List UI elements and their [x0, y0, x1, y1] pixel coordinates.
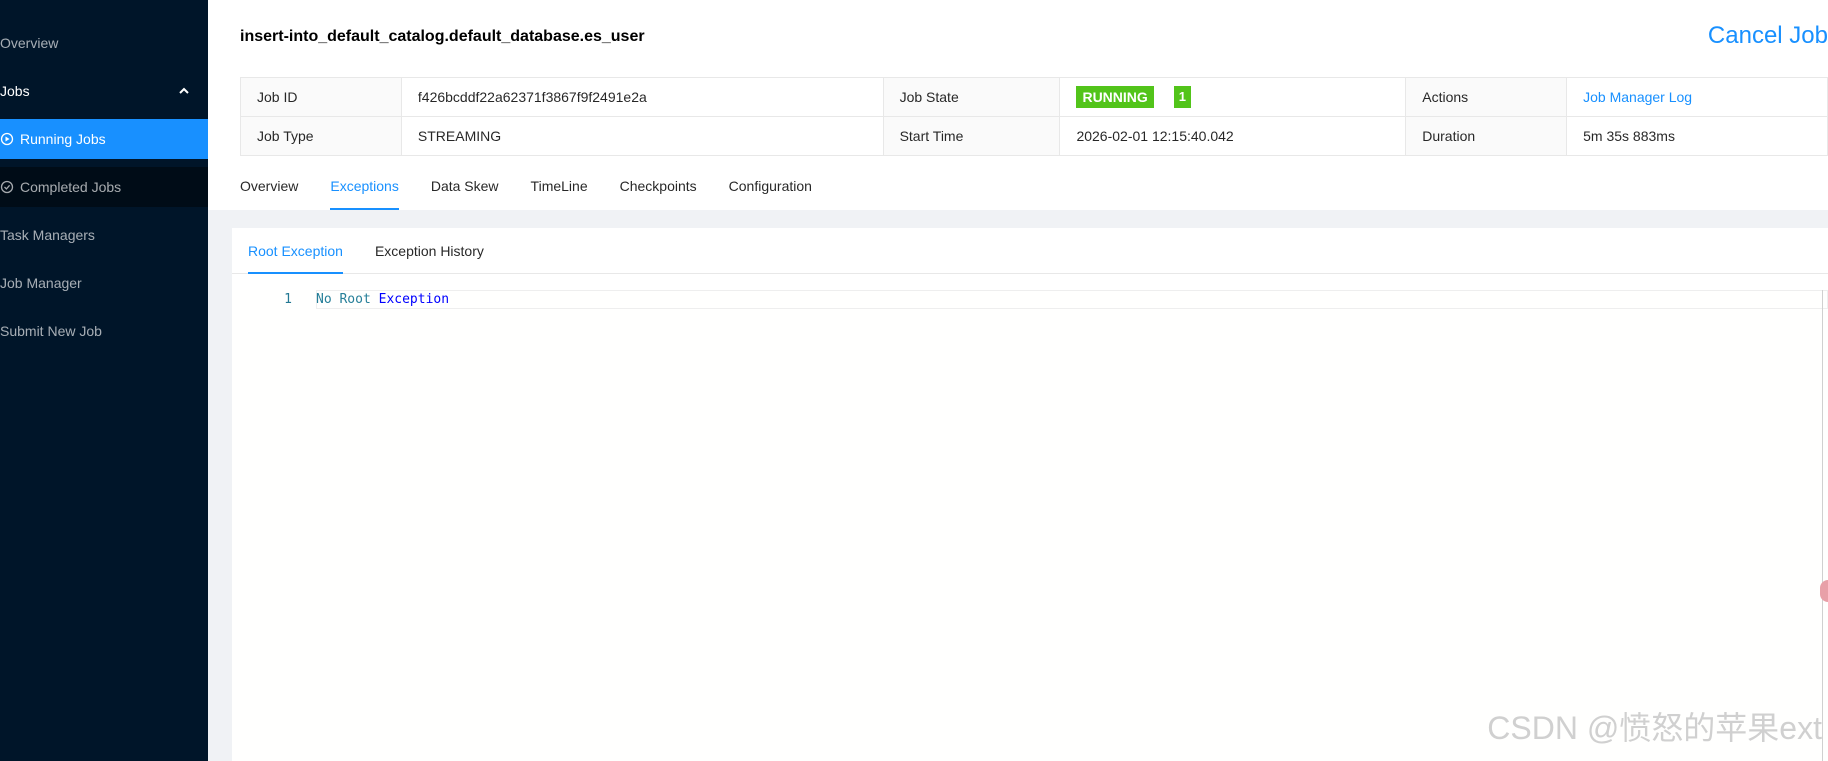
- code-line: No Root Exception: [316, 292, 449, 307]
- watermark: CSDN @愤怒的苹果ext: [1487, 710, 1822, 746]
- table-row: Job Type STREAMING Start Time 2026-02-01…: [240, 116, 1828, 156]
- table-row: Job ID f426bcddf22a62371f3867f9f2491e2a …: [240, 77, 1828, 117]
- sidebar-item-running-jobs[interactable]: Running Jobs: [0, 119, 208, 159]
- actions-label: Actions: [1405, 77, 1568, 117]
- tab-checkpoints[interactable]: Checkpoints: [620, 172, 697, 210]
- job-state-label: Job State: [882, 77, 1061, 117]
- tab-configuration[interactable]: Configuration: [729, 172, 812, 210]
- exceptions-card: Root Exception Exception History 1 No Ro…: [232, 228, 1828, 761]
- exception-subtabs: Root Exception Exception History: [232, 228, 1828, 274]
- job-state-cell: RUNNING 1: [1059, 77, 1407, 117]
- sidebar-item-label: Submit New Job: [0, 323, 102, 339]
- sidebar-item-job-manager[interactable]: Job Manager: [0, 263, 208, 303]
- sidebar-item-label: Overview: [0, 35, 59, 51]
- job-manager-log-link[interactable]: Job Manager Log: [1583, 89, 1692, 105]
- sidebar-item-jobs[interactable]: Jobs: [0, 71, 208, 111]
- overview-ruler-marker: [1820, 580, 1828, 602]
- job-type-value: STREAMING: [400, 116, 884, 156]
- editor-scrollbar[interactable]: [1822, 290, 1828, 761]
- tab-root-exception[interactable]: Root Exception: [248, 228, 343, 274]
- job-details-table: Job ID f426bcddf22a62371f3867f9f2491e2a …: [240, 77, 1828, 156]
- code-token: Exception: [378, 292, 450, 307]
- sidebar-item-overview[interactable]: Overview: [0, 23, 208, 63]
- duration-label: Duration: [1405, 116, 1568, 156]
- chevron-up-icon: [179, 87, 189, 94]
- line-number: 1: [284, 292, 292, 307]
- start-time-label: Start Time: [882, 116, 1061, 156]
- job-id-label: Job ID: [240, 77, 402, 117]
- sidebar-item-label: Task Managers: [0, 227, 95, 243]
- duration-value: 5m 35s 883ms: [1566, 116, 1828, 156]
- sidebar-item-completed-jobs[interactable]: Completed Jobs: [0, 167, 208, 207]
- tab-overview[interactable]: Overview: [240, 172, 298, 210]
- sidebar: Overview Jobs Running Jobs Completed Job…: [0, 0, 208, 761]
- start-time-value: 2026-02-01 12:15:40.042: [1059, 116, 1407, 156]
- job-header: insert-into_default_catalog.default_data…: [208, 0, 1828, 210]
- sidebar-item-label: Running Jobs: [20, 131, 106, 147]
- main-content: insert-into_default_catalog.default_data…: [208, 0, 1828, 761]
- code-token: No Root: [316, 292, 371, 307]
- current-line-highlight: [316, 290, 1828, 309]
- tab-exceptions[interactable]: Exceptions: [330, 172, 399, 210]
- code-editor[interactable]: 1 No Root Exception: [232, 290, 1828, 761]
- sidebar-item-label: Completed Jobs: [20, 179, 122, 195]
- task-count-badge: 1: [1173, 86, 1191, 108]
- page-title: insert-into_default_catalog.default_data…: [240, 28, 645, 45]
- job-id-value: f426bcddf22a62371f3867f9f2491e2a: [400, 77, 884, 117]
- sidebar-item-label: Job Manager: [0, 275, 82, 291]
- sidebar-item-submit-new-job[interactable]: Submit New Job: [0, 311, 208, 351]
- play-circle-icon: [0, 132, 14, 146]
- tab-exception-history[interactable]: Exception History: [375, 228, 484, 274]
- sidebar-item-label: Jobs: [0, 83, 30, 99]
- cancel-job-button[interactable]: Cancel Job: [1708, 22, 1828, 50]
- actions-cell: Job Manager Log: [1566, 77, 1828, 117]
- sidebar-item-task-managers[interactable]: Task Managers: [0, 215, 208, 255]
- job-type-label: Job Type: [240, 116, 402, 156]
- status-badge: RUNNING: [1076, 86, 1154, 108]
- check-circle-icon: [0, 180, 14, 194]
- tab-data-skew[interactable]: Data Skew: [431, 172, 499, 210]
- tab-timeline[interactable]: TimeLine: [531, 172, 588, 210]
- job-tabs: Overview Exceptions Data Skew TimeLine C…: [240, 172, 844, 210]
